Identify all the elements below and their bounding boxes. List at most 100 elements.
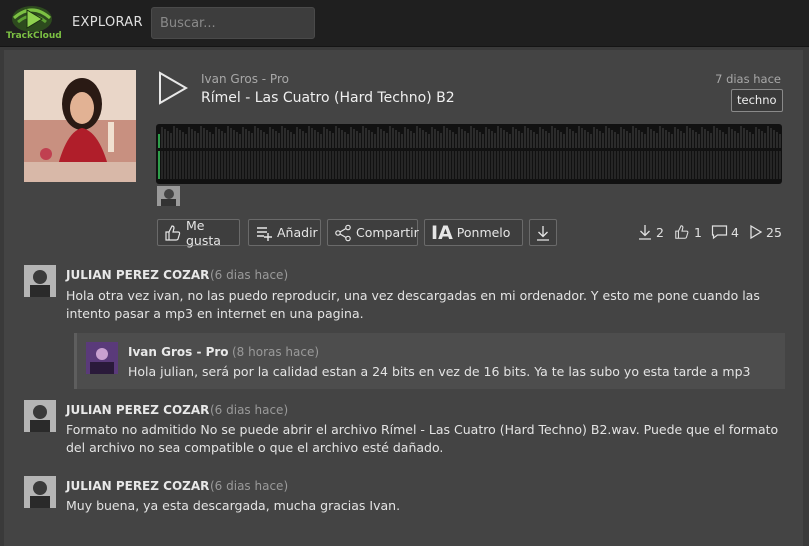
plays-stat: 25 bbox=[749, 224, 782, 240]
waveform-bar bbox=[311, 128, 313, 148]
waveform-bar bbox=[617, 134, 619, 148]
waveform-bar bbox=[371, 132, 373, 148]
waveform-bar bbox=[740, 126, 742, 148]
waveform-bar bbox=[428, 134, 430, 148]
waveform-bar-reflection bbox=[179, 151, 181, 179]
genre-tag[interactable]: techno bbox=[731, 89, 783, 112]
waveform-bar bbox=[224, 133, 226, 148]
waveform-bar bbox=[323, 127, 325, 148]
comment-text-line: Hola otra vez ivan, no las puedo reprodu… bbox=[66, 288, 760, 303]
play-button[interactable] bbox=[156, 70, 190, 106]
waveform-bar bbox=[764, 133, 766, 148]
waveform-bar-reflection bbox=[308, 151, 310, 179]
waveform-bar-reflection bbox=[728, 151, 730, 179]
waveform-bar bbox=[389, 126, 391, 148]
waveform-bar bbox=[254, 126, 256, 148]
waveform-bar bbox=[209, 132, 211, 148]
comment-author[interactable]: JULIAN PEREZ COZAR bbox=[66, 268, 209, 282]
waveform[interactable] bbox=[156, 124, 782, 184]
share-label: Compartir bbox=[356, 225, 419, 240]
waveform-bar-reflection bbox=[725, 151, 727, 179]
waveform-bar-reflection bbox=[398, 151, 400, 179]
waveform-bar-reflection bbox=[368, 151, 370, 179]
waveform-bar-reflection bbox=[476, 151, 478, 179]
likes-count-icon bbox=[675, 225, 689, 239]
waveform-bar bbox=[326, 129, 328, 148]
waveform-bar bbox=[188, 127, 190, 148]
waveform-bar-reflection bbox=[602, 151, 604, 179]
waveform-bar-reflection bbox=[536, 151, 538, 179]
waveform-bar bbox=[380, 129, 382, 148]
waveform-bar bbox=[596, 129, 598, 148]
waveform-bar bbox=[473, 128, 475, 148]
waveform-bar-reflection bbox=[227, 151, 229, 179]
waveform-bar bbox=[770, 128, 772, 148]
like-button[interactable]: Me gusta bbox=[157, 218, 240, 248]
download-icon bbox=[537, 225, 549, 241]
waveform-bar bbox=[200, 126, 202, 148]
search-input[interactable] bbox=[151, 7, 315, 39]
waveform-bar-reflection bbox=[344, 151, 346, 179]
waveform-bar-reflection bbox=[719, 151, 721, 179]
waveform-bar bbox=[173, 126, 175, 148]
waveform-bar bbox=[239, 134, 241, 148]
waveform-bar bbox=[647, 127, 649, 148]
waveform-bar-reflection bbox=[506, 151, 508, 179]
waveform-bar-reflection bbox=[749, 151, 751, 179]
waveform-bar bbox=[314, 130, 316, 148]
waveform-bar-reflection bbox=[233, 151, 235, 179]
waveform-bar-reflection bbox=[371, 151, 373, 179]
comment-avatar[interactable] bbox=[24, 265, 56, 297]
waveform-bar-reflection bbox=[452, 151, 454, 179]
waveform-bar-reflection bbox=[773, 151, 775, 179]
track-title[interactable]: Rímel - Las Cuatro (Hard Techno) B2 bbox=[201, 90, 455, 106]
artist-avatar-icon bbox=[86, 342, 118, 374]
waveform-bar bbox=[263, 132, 265, 148]
trackcloud-logo[interactable]: TrackCloud bbox=[6, 4, 62, 42]
waveform-bar bbox=[749, 132, 751, 148]
waveform-bar-reflection bbox=[716, 151, 718, 179]
waveform-comment-avatar[interactable] bbox=[157, 186, 180, 206]
reply-author[interactable]: Ivan Gros - Pro bbox=[128, 345, 229, 359]
waveform-bar-reflection bbox=[587, 151, 589, 179]
likes-stat: 1 bbox=[673, 224, 702, 240]
track-cover-image[interactable] bbox=[24, 70, 136, 182]
waveform-bar-reflection bbox=[206, 151, 208, 179]
waveform-bar-reflection bbox=[164, 151, 166, 179]
waveform-bar-reflection bbox=[686, 151, 688, 179]
nav-explore-link[interactable]: EXPLORAR bbox=[72, 15, 143, 30]
waveform-bar-reflection bbox=[593, 151, 595, 179]
waveform-bar-reflection bbox=[623, 151, 625, 179]
waveform-bar bbox=[722, 132, 724, 148]
waveform-bar-reflection bbox=[311, 151, 313, 179]
comment-avatar[interactable] bbox=[24, 400, 56, 432]
waveform-bar bbox=[266, 134, 268, 148]
waveform-bar-reflection bbox=[269, 151, 271, 179]
logo-icon bbox=[12, 6, 52, 32]
reply-avatar[interactable] bbox=[86, 342, 118, 374]
waveform-bar-reflection bbox=[359, 151, 361, 179]
share-button[interactable]: Compartir bbox=[327, 219, 419, 246]
add-button[interactable]: Añadir bbox=[248, 219, 321, 246]
waveform-bar bbox=[725, 134, 727, 148]
waveform-bar-reflection bbox=[380, 151, 382, 179]
comment-author[interactable]: JULIAN PEREZ COZAR bbox=[66, 479, 209, 493]
comment-author[interactable]: JULIAN PEREZ COZAR bbox=[66, 403, 209, 417]
waveform-bar-reflection bbox=[329, 151, 331, 179]
waveform-bar bbox=[587, 132, 589, 148]
waveform-bar bbox=[698, 134, 700, 148]
download-button[interactable] bbox=[529, 219, 557, 246]
waveform-bar bbox=[755, 127, 757, 148]
waveform-bar bbox=[539, 127, 541, 148]
track-artist-link[interactable]: Ivan Gros - Pro bbox=[201, 72, 289, 86]
waveform-bar-reflection bbox=[500, 151, 502, 179]
ia-ponmelo-button[interactable]: IA Ponmelo bbox=[424, 219, 523, 246]
add-to-playlist-icon bbox=[257, 226, 272, 241]
waveform-bar bbox=[215, 127, 217, 148]
waveform-bar-reflection bbox=[698, 151, 700, 179]
waveform-bar-reflection bbox=[659, 151, 661, 179]
comment-avatar[interactable] bbox=[24, 476, 56, 508]
waveform-bar-reflection bbox=[620, 151, 622, 179]
waveform-bar-reflection bbox=[608, 151, 610, 179]
waveform-bar-reflection bbox=[320, 151, 322, 179]
